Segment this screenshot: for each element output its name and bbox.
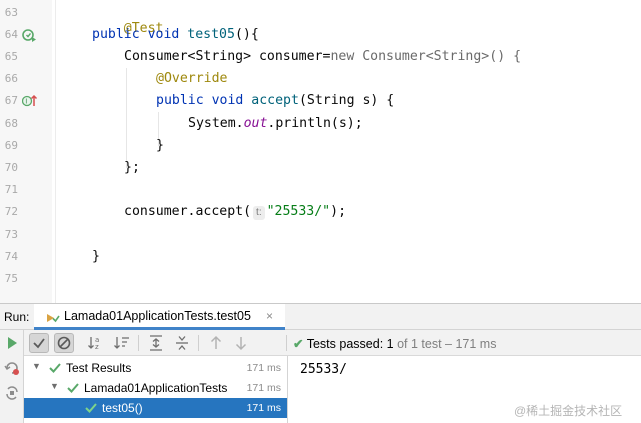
tree-row-label: test05()	[102, 401, 143, 415]
svg-text:I: I	[25, 98, 27, 106]
tree-row-duration: 171 ms	[246, 402, 281, 414]
line-number: 74	[4, 250, 18, 263]
passed-check-icon	[84, 401, 98, 417]
sort-alphabetically-icon[interactable]: a z	[86, 333, 106, 353]
status-prefix: Tests passed:	[306, 337, 384, 351]
parameter-hint: t:	[253, 206, 265, 220]
line-number: 75	[4, 272, 18, 285]
junit-run-icon	[46, 311, 60, 329]
code-token: Consumer<String>() {	[362, 49, 522, 64]
passed-check-icon	[48, 361, 62, 377]
indent-guide	[126, 68, 127, 168]
line-number: 70	[4, 161, 18, 174]
code-token: .println(s);	[267, 116, 363, 131]
run-side-toolbar	[0, 330, 24, 423]
code-line-68[interactable]: System.out.println(s);	[188, 116, 363, 132]
line-number: 73	[4, 228, 18, 241]
run-tab-title: Lamada01ApplicationTests.test05	[64, 309, 251, 323]
toolbar-separator	[198, 335, 199, 351]
show-ignored-button[interactable]	[54, 333, 74, 353]
run-tool-window-header: Run: Lamada01ApplicationTests.test05 ×	[0, 303, 641, 330]
string-token: "25533/"	[266, 204, 331, 219]
line-number: 68	[4, 117, 18, 130]
expand-all-icon[interactable]	[146, 333, 166, 353]
tree-row-duration: 171 ms	[246, 362, 281, 374]
annotation-token: @Override	[156, 71, 228, 86]
line-number: 72	[4, 205, 18, 218]
toolbar-separator	[138, 335, 139, 351]
show-passed-button[interactable]	[29, 333, 49, 353]
line-number: 69	[4, 139, 18, 152]
previous-test-icon[interactable]	[206, 333, 226, 353]
code-token: System.	[188, 116, 244, 131]
collapse-all-icon[interactable]	[172, 333, 192, 353]
code-token: };	[124, 160, 140, 175]
tree-row-label: Lamada01ApplicationTests	[84, 381, 228, 395]
line-number: 65	[4, 50, 18, 63]
line-number: 71	[4, 183, 18, 196]
test-status: ✔ Tests passed: 1 of 1 test – 171 ms	[293, 336, 496, 351]
watermark-text: @稀土掘金技术社区	[514, 404, 623, 418]
code-token: }	[156, 138, 164, 153]
run-label: Run:	[4, 310, 30, 324]
code-token: consumer.accept(	[124, 204, 252, 219]
tree-row-test-method[interactable]: test05() 171 ms	[24, 398, 287, 418]
code-line-66[interactable]: @Override	[156, 71, 227, 87]
test-runner-toolbar: a z ✔ Tests passed: 1 of 1 test – 171 ms	[24, 330, 641, 356]
gutter-separator	[55, 0, 56, 303]
sort-by-duration-icon[interactable]	[112, 333, 132, 353]
code-token: Consumer<String> consumer=	[124, 49, 331, 64]
status-suffix: of 1 test – 171 ms	[397, 337, 497, 351]
run-config-tab[interactable]: Lamada01ApplicationTests.test05 ×	[34, 304, 285, 330]
toggle-auto-test-icon[interactable]	[3, 384, 21, 402]
method-name-token: accept	[251, 93, 299, 108]
code-line-70[interactable]: };	[124, 160, 140, 176]
code-line-67[interactable]: public void accept(String s) {	[156, 93, 394, 109]
code-token: }	[92, 249, 100, 264]
keyword-token: new	[330, 49, 355, 64]
line-number: 66	[4, 72, 18, 85]
code-line-69[interactable]: }	[156, 138, 164, 154]
svg-text:z: z	[95, 343, 99, 351]
keyword-token: public void	[92, 27, 180, 42]
code-token: (String s) {	[298, 93, 395, 108]
field-token: out	[243, 116, 268, 131]
rerun-failed-icon[interactable]	[3, 359, 21, 377]
rerun-icon[interactable]	[3, 334, 21, 352]
toolbar-separator	[286, 335, 287, 351]
line-number: 63	[4, 6, 18, 19]
code-line-74[interactable]: }	[92, 249, 100, 265]
close-tab-icon[interactable]: ×	[266, 309, 273, 323]
chevron-down-icon[interactable]: ▼	[32, 361, 41, 371]
method-name-token: test05	[187, 27, 235, 42]
tree-row-test-results[interactable]: ▼ Test Results 171 ms	[24, 358, 287, 378]
line-number: 64	[4, 28, 18, 41]
tree-row-test-class[interactable]: ▼ Lamada01ApplicationTests 171 ms	[24, 378, 287, 398]
line-number: 67	[4, 94, 18, 107]
run-test-gutter-icon[interactable]	[22, 28, 38, 42]
test-results-tree[interactable]: ▼ Test Results 171 ms ▼ Lamada01Applicat…	[24, 356, 288, 423]
status-count: 1	[386, 337, 394, 351]
console-output[interactable]: 25533/ @稀土掘金技术社区	[288, 356, 641, 423]
passed-check-icon: ✔	[293, 337, 304, 351]
next-test-icon[interactable]	[231, 333, 251, 353]
code-line-72[interactable]: consumer.accept(t: "25533/");	[124, 204, 346, 220]
code-token: );	[330, 204, 347, 219]
code-line-65[interactable]: Consumer<String> consumer=new Consumer<S…	[124, 49, 521, 65]
passed-check-icon	[66, 381, 80, 397]
code-token: (){	[234, 27, 259, 42]
keyword-token: public void	[156, 93, 244, 108]
tree-row-label: Test Results	[66, 361, 132, 375]
chevron-down-icon[interactable]: ▼	[50, 381, 59, 391]
code-line-64[interactable]: public void test05(){	[92, 27, 259, 43]
tree-row-duration: 171 ms	[246, 382, 281, 394]
override-method-gutter-icon[interactable]: I	[21, 94, 38, 108]
console-line: 25533/	[300, 362, 347, 377]
code-editor[interactable]: 63 64 65 66 67 68 69 70 71 72 73 74 75 I…	[0, 0, 641, 303]
